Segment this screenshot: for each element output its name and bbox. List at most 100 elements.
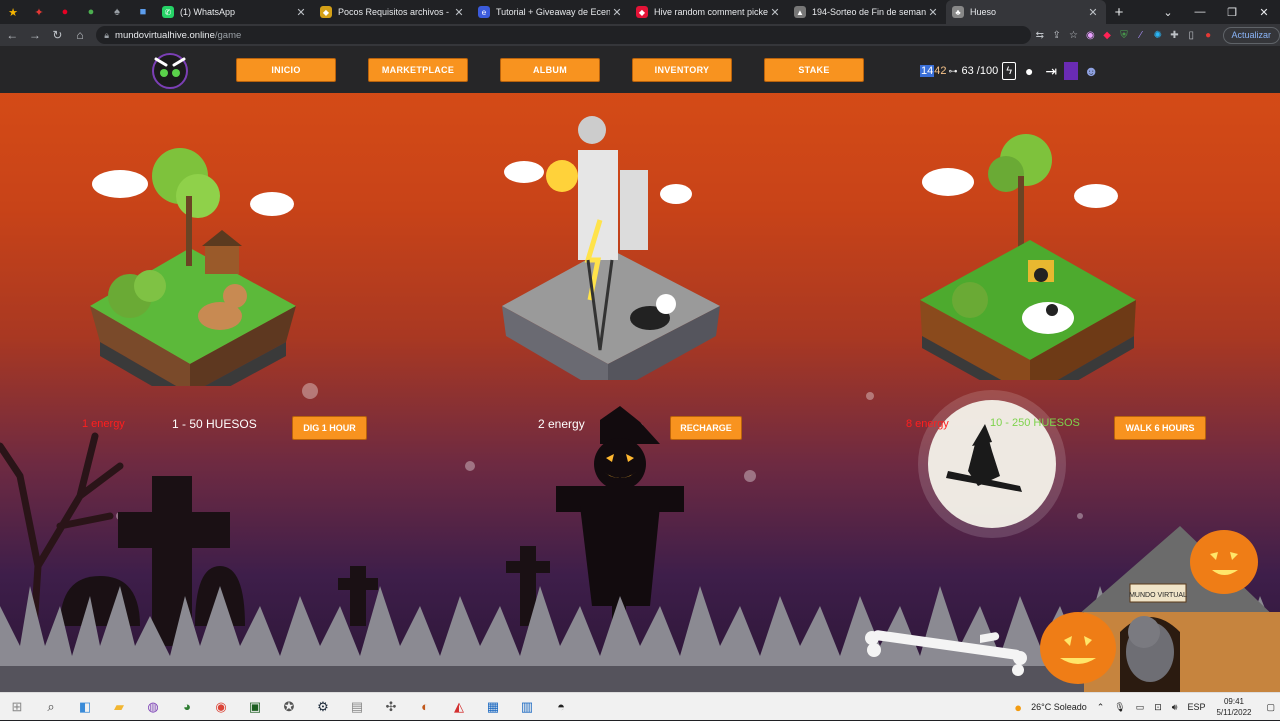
logo[interactable] bbox=[148, 51, 192, 89]
close-window-icon[interactable]: ✕ bbox=[1248, 6, 1280, 19]
extension-icon[interactable]: ◆ bbox=[1099, 30, 1116, 41]
walk-button[interactable]: WALK 6 HOURS bbox=[1114, 416, 1206, 440]
tab-hive-picker[interactable]: ◆ Hive random comment picker ✕ bbox=[630, 0, 788, 24]
app-icon[interactable]: ✣ bbox=[374, 693, 408, 721]
weather-sun-icon: ● bbox=[1014, 699, 1023, 715]
game-canvas: INICIO MARKETPLACE ALBUM INVENTORY STAKE… bbox=[0, 46, 1280, 692]
close-tab-icon[interactable]: ✕ bbox=[1086, 6, 1100, 19]
walk-island[interactable] bbox=[910, 130, 1150, 380]
app-icon[interactable]: ▤ bbox=[340, 693, 374, 721]
dig-island[interactable] bbox=[80, 126, 320, 386]
profile-icon[interactable]: ● bbox=[1200, 30, 1217, 41]
address-bar[interactable]: 🔒︎ mundovirtualhive.online/game bbox=[96, 26, 1032, 44]
close-tab-icon[interactable]: ✕ bbox=[926, 6, 940, 19]
back-icon[interactable]: ← bbox=[2, 28, 23, 42]
app-icon[interactable]: ✪ bbox=[272, 693, 306, 721]
dig-reward: 1 - 50 HUESOS bbox=[172, 417, 257, 431]
close-tab-icon[interactable]: ✕ bbox=[610, 6, 624, 19]
app-icon[interactable]: ▦ bbox=[476, 693, 510, 721]
bookmark-star-icon[interactable]: ☆ bbox=[1065, 30, 1082, 41]
user-icon[interactable]: ● bbox=[1020, 62, 1038, 80]
tab-sorteo[interactable]: ▲ 194-Sorteo de Fin de semana: L ✕ bbox=[788, 0, 946, 24]
close-tab-icon[interactable]: ✕ bbox=[452, 6, 466, 19]
close-tab-icon[interactable]: ✕ bbox=[294, 6, 308, 19]
home-icon[interactable]: ⌂ bbox=[70, 28, 91, 42]
nav-stake-button[interactable]: STAKE bbox=[764, 58, 864, 82]
player-stats: 14 42 ⊶ 63 /100 ϟ ● ⇥ ☻ bbox=[920, 62, 1100, 80]
tab-pocos-requisitos[interactable]: ◆ Pocos Requisitos archivos - Pági ✕ bbox=[314, 0, 472, 24]
steam-icon[interactable]: ⚙ bbox=[306, 693, 340, 721]
tab-title: (1) WhatsApp bbox=[180, 7, 236, 17]
translate-icon[interactable]: ⇆ bbox=[1031, 30, 1048, 41]
tab-title: 194-Sorteo de Fin de semana: L bbox=[812, 7, 926, 17]
recharge-button[interactable]: RECHARGE bbox=[670, 416, 742, 440]
start-icon[interactable]: ⊞ bbox=[0, 693, 34, 721]
restore-icon[interactable]: ❐ bbox=[1216, 6, 1248, 19]
recharge-island[interactable] bbox=[488, 110, 728, 380]
pinned-tab-5[interactable]: ♠ bbox=[104, 0, 130, 24]
battery-icon[interactable]: ▭ bbox=[1136, 702, 1145, 713]
site-icon: ◆ bbox=[320, 6, 332, 18]
update-button[interactable]: Actualizar bbox=[1222, 26, 1280, 44]
close-tab-icon[interactable]: ✕ bbox=[768, 6, 782, 19]
pinned-tab-2[interactable]: ✦ bbox=[26, 0, 52, 24]
tab-title: Pocos Requisitos archivos - Pági bbox=[338, 7, 452, 17]
nav-inicio-button[interactable]: INICIO bbox=[236, 58, 336, 82]
balance-value: 42 bbox=[934, 65, 947, 77]
browser-toolbar: ← → ↻ ⌂ 🔒︎ mundovirtualhive.online/game … bbox=[0, 24, 1280, 46]
pinned-tab-4[interactable]: ● bbox=[78, 0, 104, 24]
ecency-icon: e bbox=[478, 6, 490, 18]
app-icon[interactable]: ◭ bbox=[442, 693, 476, 721]
hive-keychain-icon[interactable] bbox=[1064, 62, 1079, 80]
new-tab-button[interactable]: + bbox=[1106, 4, 1132, 21]
energy-bolt-icon: ϟ bbox=[1002, 62, 1017, 80]
lock-icon[interactable]: 🔒︎ bbox=[104, 30, 109, 41]
dig-button[interactable]: DIG 1 HOUR bbox=[292, 416, 367, 440]
reload-icon[interactable]: ↻ bbox=[47, 28, 68, 42]
pinned-tab-star[interactable]: ★ bbox=[0, 0, 26, 24]
walk-reward: 10 - 250 HUESOS bbox=[990, 417, 1080, 429]
share-icon[interactable]: ⇪ bbox=[1048, 30, 1065, 41]
notifications-icon[interactable]: ▢ bbox=[1266, 702, 1275, 713]
tab-title: Tutorial + Giveaway de Ecency p bbox=[496, 7, 610, 17]
nav-inventory-button[interactable]: INVENTORY bbox=[632, 58, 732, 82]
chevron-up-icon[interactable]: ⌃ bbox=[1097, 702, 1105, 713]
app-icon[interactable]: ◕ bbox=[170, 693, 204, 721]
network-icon[interactable]: ⊡ bbox=[1154, 702, 1162, 713]
app-icon: ♠ bbox=[114, 6, 120, 18]
tab-hueso[interactable]: ♣ Hueso ✕ bbox=[946, 0, 1106, 24]
clock[interactable]: 09:41 5/11/2022 bbox=[1216, 696, 1251, 718]
file-explorer-icon[interactable]: ▰ bbox=[102, 693, 136, 721]
nav-marketplace-button[interactable]: MARKETPLACE bbox=[368, 58, 468, 82]
nav-album-button[interactable]: ALBUM bbox=[500, 58, 600, 82]
extension-icon[interactable]: ⁄ bbox=[1132, 30, 1149, 41]
extension-icon[interactable]: ◉ bbox=[1082, 30, 1099, 41]
puzzle-icon[interactable]: ✚ bbox=[1166, 30, 1183, 41]
sidepanel-icon[interactable]: ▯ bbox=[1183, 30, 1200, 41]
app-icon[interactable]: ◧ bbox=[68, 693, 102, 721]
minimize-icon[interactable]: — bbox=[1184, 6, 1216, 18]
app-icon[interactable]: ◓ bbox=[544, 693, 578, 721]
logout-icon[interactable]: ⇥ bbox=[1042, 62, 1060, 80]
microphone-icon[interactable]: 🎙︎ bbox=[1114, 702, 1125, 713]
tab-ecency[interactable]: e Tutorial + Giveaway de Ecency p ✕ bbox=[472, 0, 630, 24]
tab-search-icon[interactable]: ⌄ bbox=[1152, 6, 1184, 19]
tab-whatsapp[interactable]: ✆ (1) WhatsApp ✕ bbox=[156, 0, 314, 24]
url-domain: mundovirtualhive.online bbox=[115, 29, 215, 41]
search-icon[interactable]: ⌕ bbox=[34, 693, 68, 721]
app-icon[interactable]: ◐ bbox=[408, 693, 442, 721]
app-icon[interactable]: ▥ bbox=[510, 693, 544, 721]
extension-icon[interactable]: ✺ bbox=[1149, 30, 1166, 41]
pinned-tab-6[interactable]: ■ bbox=[130, 0, 156, 24]
shield-icon[interactable]: ⛨ bbox=[1116, 30, 1133, 41]
forward-icon[interactable]: → bbox=[25, 28, 46, 42]
language-indicator[interactable]: ESP bbox=[1187, 702, 1205, 712]
app-icon[interactable]: ◍ bbox=[136, 693, 170, 721]
app-icon[interactable]: ▣ bbox=[238, 693, 272, 721]
recharge-energy-cost: 2 energy bbox=[538, 417, 585, 431]
discord-icon[interactable]: ☻ bbox=[1082, 62, 1100, 80]
pinned-tab-3[interactable]: ● bbox=[52, 0, 78, 24]
weather-text[interactable]: 26°C Soleado bbox=[1031, 702, 1087, 712]
volume-icon[interactable]: 🔊︎ bbox=[1172, 702, 1178, 713]
chrome-icon[interactable]: ◉ bbox=[204, 693, 238, 721]
